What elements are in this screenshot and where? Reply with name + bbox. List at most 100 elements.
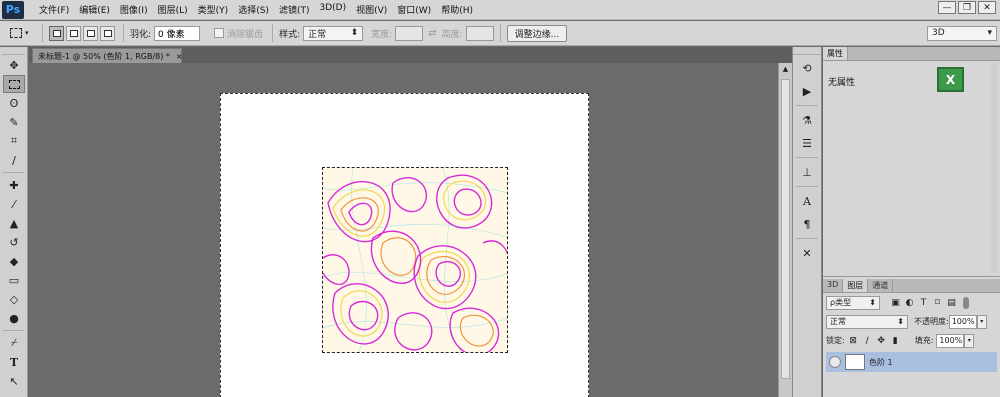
add-selection-button[interactable] [66, 25, 81, 41]
menu-image[interactable]: 图像(I) [115, 3, 153, 16]
move-icon[interactable]: ✥ [3, 56, 25, 74]
pen-icon[interactable]: ⌿ [3, 334, 25, 352]
layer-row[interactable]: 色阶 1 [826, 352, 997, 372]
paragraph-icon[interactable]: ¶ [795, 214, 819, 234]
divider [123, 24, 124, 42]
clone-source-icon[interactable]: ⊥ [795, 162, 819, 182]
tab-layers[interactable]: 图层 [843, 279, 869, 292]
sliders-icon[interactable]: ☰ [795, 133, 819, 153]
smart-object-filter-icon[interactable]: ▤ [946, 297, 957, 308]
divider [3, 172, 24, 173]
close-icon[interactable]: × [176, 52, 183, 61]
scroll-up-icon[interactable]: ▲ [779, 65, 792, 73]
opacity-dropdown[interactable]: ▾ [976, 314, 987, 329]
tab-channels[interactable]: 通道 [868, 279, 894, 292]
play-icon[interactable]: ▶ [795, 81, 819, 101]
workspace-select[interactable]: 3D ▾ [927, 25, 997, 41]
eraser-icon[interactable]: ◆ [3, 252, 25, 270]
lock-transparency-icon[interactable]: ⊠ [848, 335, 859, 346]
marquee-icon [10, 28, 22, 38]
menu-3d[interactable]: 3D(D) [314, 3, 351, 16]
swap-icon[interactable]: ⇄ [428, 28, 436, 39]
menu-window[interactable]: 窗口(W) [392, 3, 436, 16]
menu-file[interactable]: 文件(F) [34, 3, 74, 16]
crop-icon[interactable]: ⌗ [3, 132, 25, 150]
minimize-button[interactable]: — [938, 1, 956, 14]
panel-grip[interactable] [2, 47, 25, 55]
lock-position-icon[interactable]: ✥ [876, 335, 887, 346]
layer-kind-select[interactable]: ρ类型 ⬍ [826, 295, 880, 310]
antialias-checkbox[interactable] [214, 28, 225, 38]
character-icon[interactable]: A [795, 191, 819, 211]
style-select[interactable]: 正常 ⬍ [303, 25, 364, 41]
opacity-input[interactable]: 100% [948, 314, 977, 329]
menu-help[interactable]: 帮助(H) [436, 3, 478, 16]
layer-filter-row: ρ类型 ⬍ ▣ ◐ T ⌑ ▤ [823, 293, 1000, 312]
close-button[interactable]: ✕ [978, 1, 996, 14]
eyedropper-icon[interactable]: ∕ [3, 151, 25, 169]
blend-mode-select[interactable]: 正常 ⬍ [826, 314, 908, 329]
divider [796, 238, 818, 239]
feather-label: 羽化: [130, 29, 152, 40]
panel-grip[interactable] [793, 47, 821, 55]
document-tab[interactable]: 未标题-1 @ 50% (色阶 1, RGB/8) * × [32, 48, 183, 63]
fill-input[interactable]: 100% [936, 333, 965, 348]
divider [796, 105, 818, 106]
gradient-icon[interactable]: ▭ [3, 271, 25, 289]
document-canvas[interactable] [220, 93, 589, 397]
marquee-icon[interactable] [3, 75, 25, 93]
subtract-selection-button[interactable] [83, 25, 98, 41]
menu-view[interactable]: 视图(V) [351, 3, 392, 16]
height-input[interactable] [465, 25, 494, 41]
history-icon[interactable]: ⟲ [795, 58, 819, 78]
adjust-icon[interactable]: ⚗ [795, 110, 819, 130]
adjustment-filter-icon[interactable]: ◐ [904, 297, 915, 308]
restore-button[interactable]: ❐ [958, 1, 976, 14]
healing-icon[interactable]: ✚ [3, 176, 25, 194]
divider [499, 24, 501, 42]
window-controls: — ❐ ✕ [938, 1, 996, 14]
feather-input[interactable] [154, 25, 201, 41]
properties-panel: 无属性 X [823, 61, 1000, 277]
lasso-icon[interactable]: ʘ [3, 94, 25, 112]
tool-preset-picker[interactable]: ▾ [6, 24, 36, 42]
shape-filter-icon[interactable]: ⌑ [932, 297, 943, 308]
new-selection-button[interactable] [49, 25, 64, 41]
divider [796, 186, 818, 187]
lock-pixels-icon[interactable]: ∕ [862, 335, 873, 346]
vertical-scrollbar[interactable]: ▲ [778, 63, 792, 397]
type-filter-icon[interactable]: T [918, 297, 929, 308]
width-input[interactable] [395, 25, 424, 41]
dodge-icon[interactable]: ● [3, 309, 25, 327]
blur-icon[interactable]: ◇ [3, 290, 25, 308]
scrollbar-thumb[interactable] [781, 79, 790, 379]
properties-scrollbar[interactable] [991, 63, 998, 273]
tools-icon[interactable]: ✕ [795, 243, 819, 263]
layer-name: 色阶 1 [869, 357, 893, 367]
history-brush-icon[interactable]: ↺ [3, 233, 25, 251]
quick-select-icon[interactable]: ✎ [3, 113, 25, 131]
filter-toggle[interactable] [963, 296, 969, 309]
intersect-selection-button[interactable] [100, 25, 115, 41]
blend-mode-value: 正常 [830, 317, 846, 326]
pixel-filter-icon[interactable]: ▣ [890, 297, 901, 308]
fill-dropdown[interactable]: ▾ [964, 333, 975, 348]
lock-all-icon[interactable]: ▮ [890, 335, 901, 346]
type-icon[interactable]: T [3, 353, 25, 371]
menu-edit[interactable]: 编辑(E) [74, 3, 115, 16]
refine-edge-button[interactable]: 调整边缘... [506, 24, 568, 42]
menu-filter[interactable]: 滤镜(T) [274, 3, 315, 16]
path-select-icon[interactable]: ↖ [3, 372, 25, 390]
menu-type[interactable]: 类型(Y) [193, 3, 234, 16]
tab-3d[interactable]: 3D [823, 279, 844, 292]
stamp-icon[interactable]: ▲ [3, 214, 25, 232]
menu-layer[interactable]: 图层(L) [153, 3, 193, 16]
tab-properties[interactable]: 属性 [823, 47, 848, 60]
chevron-updown-icon: ⬍ [897, 317, 904, 326]
blend-row: 正常 ⬍ 不透明度: 100% ▾ [823, 312, 1000, 331]
menu-select[interactable]: 选择(S) [233, 3, 274, 16]
canvas-workspace[interactable] [29, 63, 778, 397]
brush-icon[interactable]: ⁄ [3, 195, 25, 213]
visibility-icon[interactable] [829, 356, 841, 368]
contour-pattern-selection [322, 167, 508, 353]
